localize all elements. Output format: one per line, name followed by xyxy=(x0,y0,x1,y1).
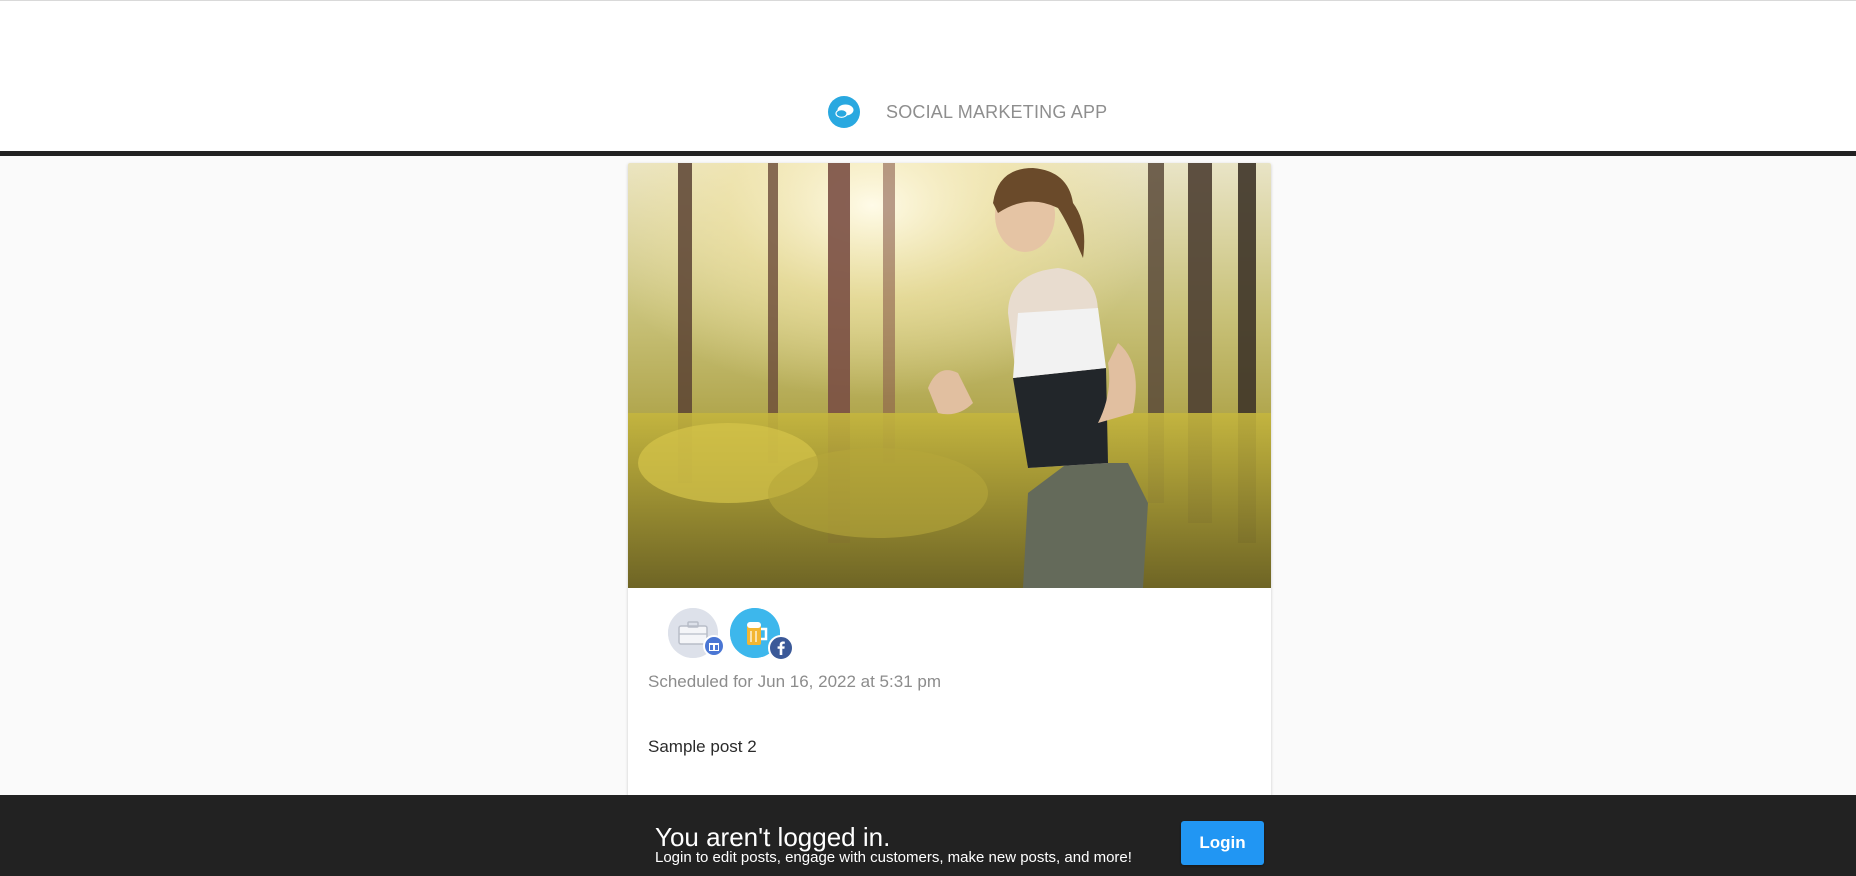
post-card[interactable]: Scheduled for Jun 16, 2022 at 5:31 pm Sa… xyxy=(628,163,1271,876)
brand[interactable]: SOCIAL MARKETING APP xyxy=(828,95,1107,129)
login-banner-subtitle: Login to edit posts, engage with custome… xyxy=(655,849,1132,866)
post-body-text: Sample post 2 xyxy=(648,737,757,756)
app-header: SOCIAL MARKETING APP xyxy=(0,0,1856,151)
post-image xyxy=(628,163,1271,588)
schedule-text: Scheduled for Jun 16, 2022 at 5:31 pm xyxy=(648,672,941,691)
chat-bubbles-icon xyxy=(828,96,860,128)
header-divider xyxy=(0,151,1856,156)
google-my-business-icon xyxy=(703,635,725,657)
login-button[interactable]: Login xyxy=(1181,821,1264,865)
app-name: SOCIAL MARKETING APP xyxy=(886,101,1108,122)
facebook-icon xyxy=(768,635,794,661)
account-avatar[interactable] xyxy=(730,608,794,661)
login-banner-title: You aren't logged in. xyxy=(655,822,891,852)
account-avatar[interactable] xyxy=(668,608,725,658)
